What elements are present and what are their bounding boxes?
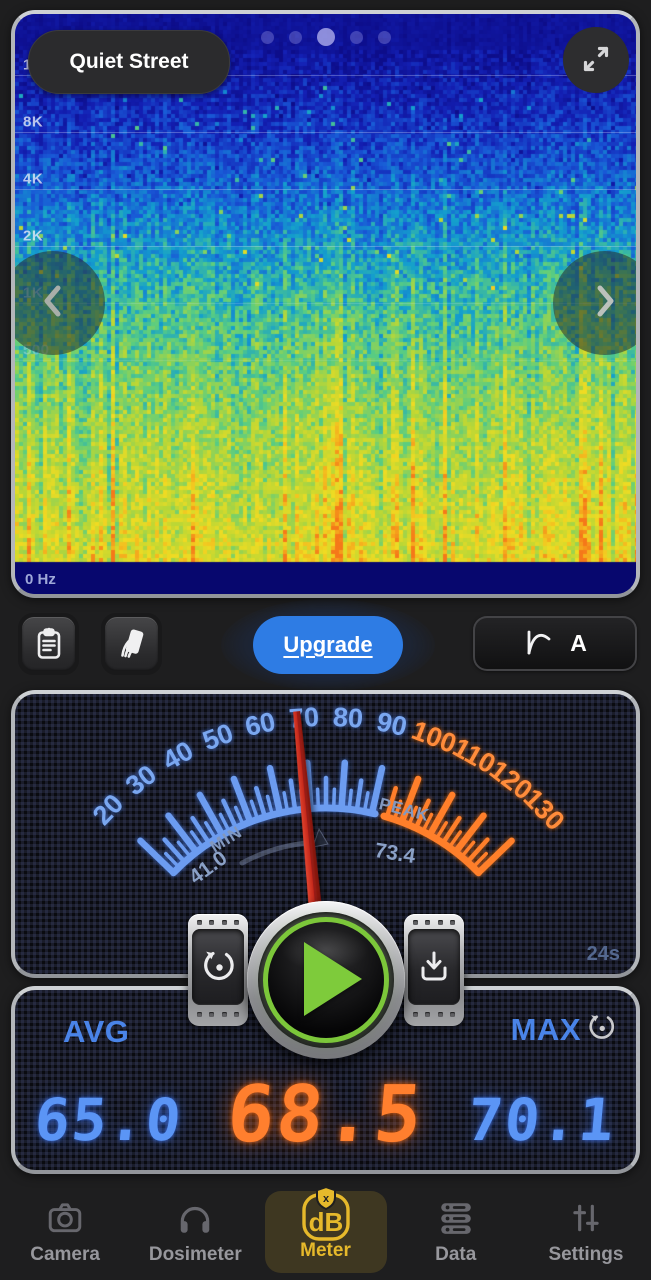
theme-button[interactable] (101, 613, 162, 675)
headphones-icon (176, 1194, 214, 1242)
svg-text:50: 50 (199, 718, 238, 757)
upgrade-label: Upgrade (283, 632, 372, 658)
tab-data[interactable]: Data (391, 1186, 521, 1280)
page-dot[interactable] (289, 31, 302, 44)
page-dot[interactable] (261, 31, 274, 44)
svg-text:20: 20 (87, 788, 129, 830)
save-button[interactable] (404, 914, 464, 1026)
chevron-right-icon (583, 279, 627, 328)
svg-text:90: 90 (374, 706, 410, 742)
tab-dosimeter[interactable]: Dosimeter (130, 1186, 260, 1280)
upgrade-button[interactable]: Upgrade (253, 616, 403, 674)
max-label: MAX (511, 1012, 581, 1048)
svg-text:73.4: 73.4 (373, 839, 417, 868)
chevron-left-icon (31, 279, 75, 328)
perforation (197, 1012, 239, 1017)
page-dot[interactable] (350, 31, 363, 44)
avg-label: AVG (63, 1014, 129, 1050)
perforation (197, 920, 239, 925)
report-button[interactable] (18, 613, 79, 675)
tab-camera[interactable]: Camera (0, 1186, 130, 1280)
weighting-button[interactable]: A (473, 616, 637, 671)
spectrogram-canvas (15, 14, 636, 594)
svg-text:dB: dB (308, 1207, 343, 1237)
elapsed-time: 24s (587, 943, 620, 966)
expand-icon (578, 41, 614, 80)
fullscreen-button[interactable] (563, 27, 629, 93)
tab-label: Camera (30, 1244, 100, 1266)
data-list-icon (437, 1194, 475, 1242)
weighting-label: A (570, 630, 587, 657)
reset-icon (192, 929, 244, 1005)
freq-gridline (15, 360, 636, 361)
reset-button[interactable] (188, 914, 248, 1026)
preset-title: Quiet Street (69, 50, 188, 74)
max-reset-icon[interactable] (586, 1013, 616, 1048)
freq-label: 8K (23, 114, 43, 131)
perforation (413, 1012, 455, 1017)
tab-bar: Camera Dosimeter dB x Meter Data Setti (0, 1186, 651, 1280)
play-face (263, 917, 389, 1043)
tab-meter[interactable]: dB x Meter (260, 1186, 390, 1280)
page-dot[interactable] (378, 31, 391, 44)
perforation (413, 920, 455, 925)
camera-icon (46, 1194, 84, 1242)
tab-settings[interactable]: Settings (521, 1186, 651, 1280)
play-button[interactable] (247, 901, 405, 1059)
freq-label: 2K (23, 228, 43, 245)
tab-label: Data (435, 1244, 476, 1266)
svg-text:x: x (322, 1193, 329, 1205)
preset-pill[interactable]: Quiet Street (28, 30, 230, 94)
svg-text:60: 60 (242, 706, 278, 742)
tab-label: Settings (548, 1244, 623, 1266)
play-icon (302, 940, 364, 1021)
svg-text:70: 70 (288, 702, 320, 734)
svg-text:40: 40 (157, 735, 198, 776)
cards-icon (105, 617, 158, 671)
save-icon (408, 929, 460, 1005)
freq-label: 4K (23, 171, 43, 188)
sliders-icon (567, 1194, 605, 1242)
max-readout: 70.1 (465, 1086, 619, 1154)
freq-gridline (15, 189, 636, 190)
svg-text:30: 30 (120, 759, 162, 801)
clipboard-icon (22, 617, 75, 671)
db-meter-icon: dB x (300, 1186, 352, 1242)
tab-label: Meter (300, 1240, 351, 1262)
bottom-frequency-label: 0 Hz (25, 571, 56, 588)
freq-gridline (15, 246, 636, 247)
decibel-meter-app: 16K8K4K2K1K500 Quiet Street (0, 0, 651, 1280)
spectrogram-panel: 16K8K4K2K1K500 Quiet Street (11, 10, 640, 598)
svg-text:80: 80 (332, 702, 364, 734)
tab-label: Dosimeter (149, 1244, 242, 1266)
freq-gridline (15, 132, 636, 133)
play-ring (258, 912, 394, 1048)
freq-gridline (15, 303, 636, 304)
page-dot[interactable] (317, 28, 335, 46)
weighting-curve-icon (523, 626, 555, 661)
